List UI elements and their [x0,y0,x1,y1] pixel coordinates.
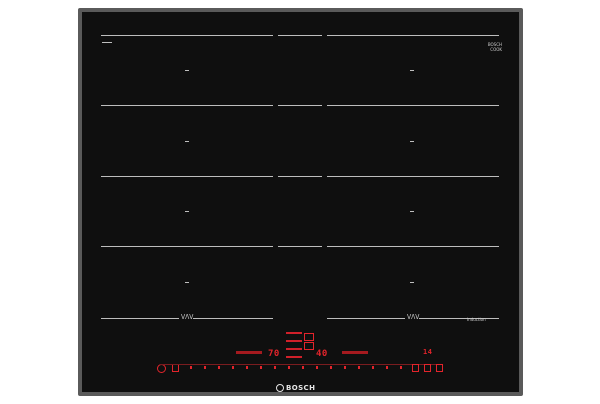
zone-line [101,105,273,106]
slider-step[interactable] [344,366,346,369]
lock-button[interactable] [436,364,443,372]
brand-name: BOSCH [286,384,316,392]
zone-line [419,318,499,319]
zone-line [101,35,273,36]
slider-step[interactable] [246,366,248,369]
left-zone-reading: 70 [268,349,280,359]
zone-line [278,246,322,247]
slider-step[interactable] [260,366,262,369]
slider-step[interactable] [204,366,206,369]
zone-line [101,318,179,319]
slider-step[interactable] [232,366,234,369]
indicator-box [304,333,314,341]
timer-button[interactable] [412,364,419,372]
slider-step[interactable] [358,366,360,369]
zone-line [278,176,322,177]
zone-center-mark [185,211,189,212]
slider-step[interactable] [302,366,304,369]
brand-line-2: COOK [490,47,502,52]
zone-line [278,105,322,106]
zone-center-mark [185,282,189,283]
left-controls[interactable] [342,351,368,354]
zone-center-mark [410,282,414,283]
power-slider[interactable] [160,364,440,365]
zone-center-mark [185,70,189,71]
induction-label: Induction [467,317,486,322]
slider-step[interactable] [218,366,220,369]
wave-icon: ᐯᐱᐯ [181,314,194,321]
bosch-logo-icon: BOSCH [276,383,324,393]
brand-logo-block: BOSCH COOK [482,42,502,52]
slider-step[interactable] [274,366,276,369]
bosch-ring-icon [276,384,284,392]
left-controls[interactable] [236,351,262,354]
slider-step[interactable] [316,366,318,369]
zone-line [101,246,273,247]
timer-reading: 14 [423,348,433,356]
slider-step[interactable] [330,366,332,369]
indicator-box [304,342,314,350]
zone-select-button[interactable] [172,364,179,372]
zone-line [327,176,499,177]
right-zone-reading: 40 [316,349,328,359]
slider-step[interactable] [400,366,402,369]
zone-line [327,105,499,106]
function-button[interactable] [424,364,431,372]
corner-mark [102,42,112,43]
zone-line [327,246,499,247]
slider-step[interactable] [372,366,374,369]
zone-center-mark [185,141,189,142]
zone-line [327,35,499,36]
power-icon[interactable] [157,364,166,373]
zone-line [278,35,322,36]
slider-step[interactable] [386,366,388,369]
slider-step[interactable] [190,366,192,369]
level-indicator-bars [286,332,302,360]
slider-step[interactable] [288,366,290,369]
zone-center-mark [410,211,414,212]
zone-line [193,318,273,319]
zone-center-mark [410,70,414,71]
wave-icon: ᐯᐱᐯ [407,314,420,321]
zone-line [101,176,273,177]
zone-center-mark [410,141,414,142]
zone-line [327,318,405,319]
